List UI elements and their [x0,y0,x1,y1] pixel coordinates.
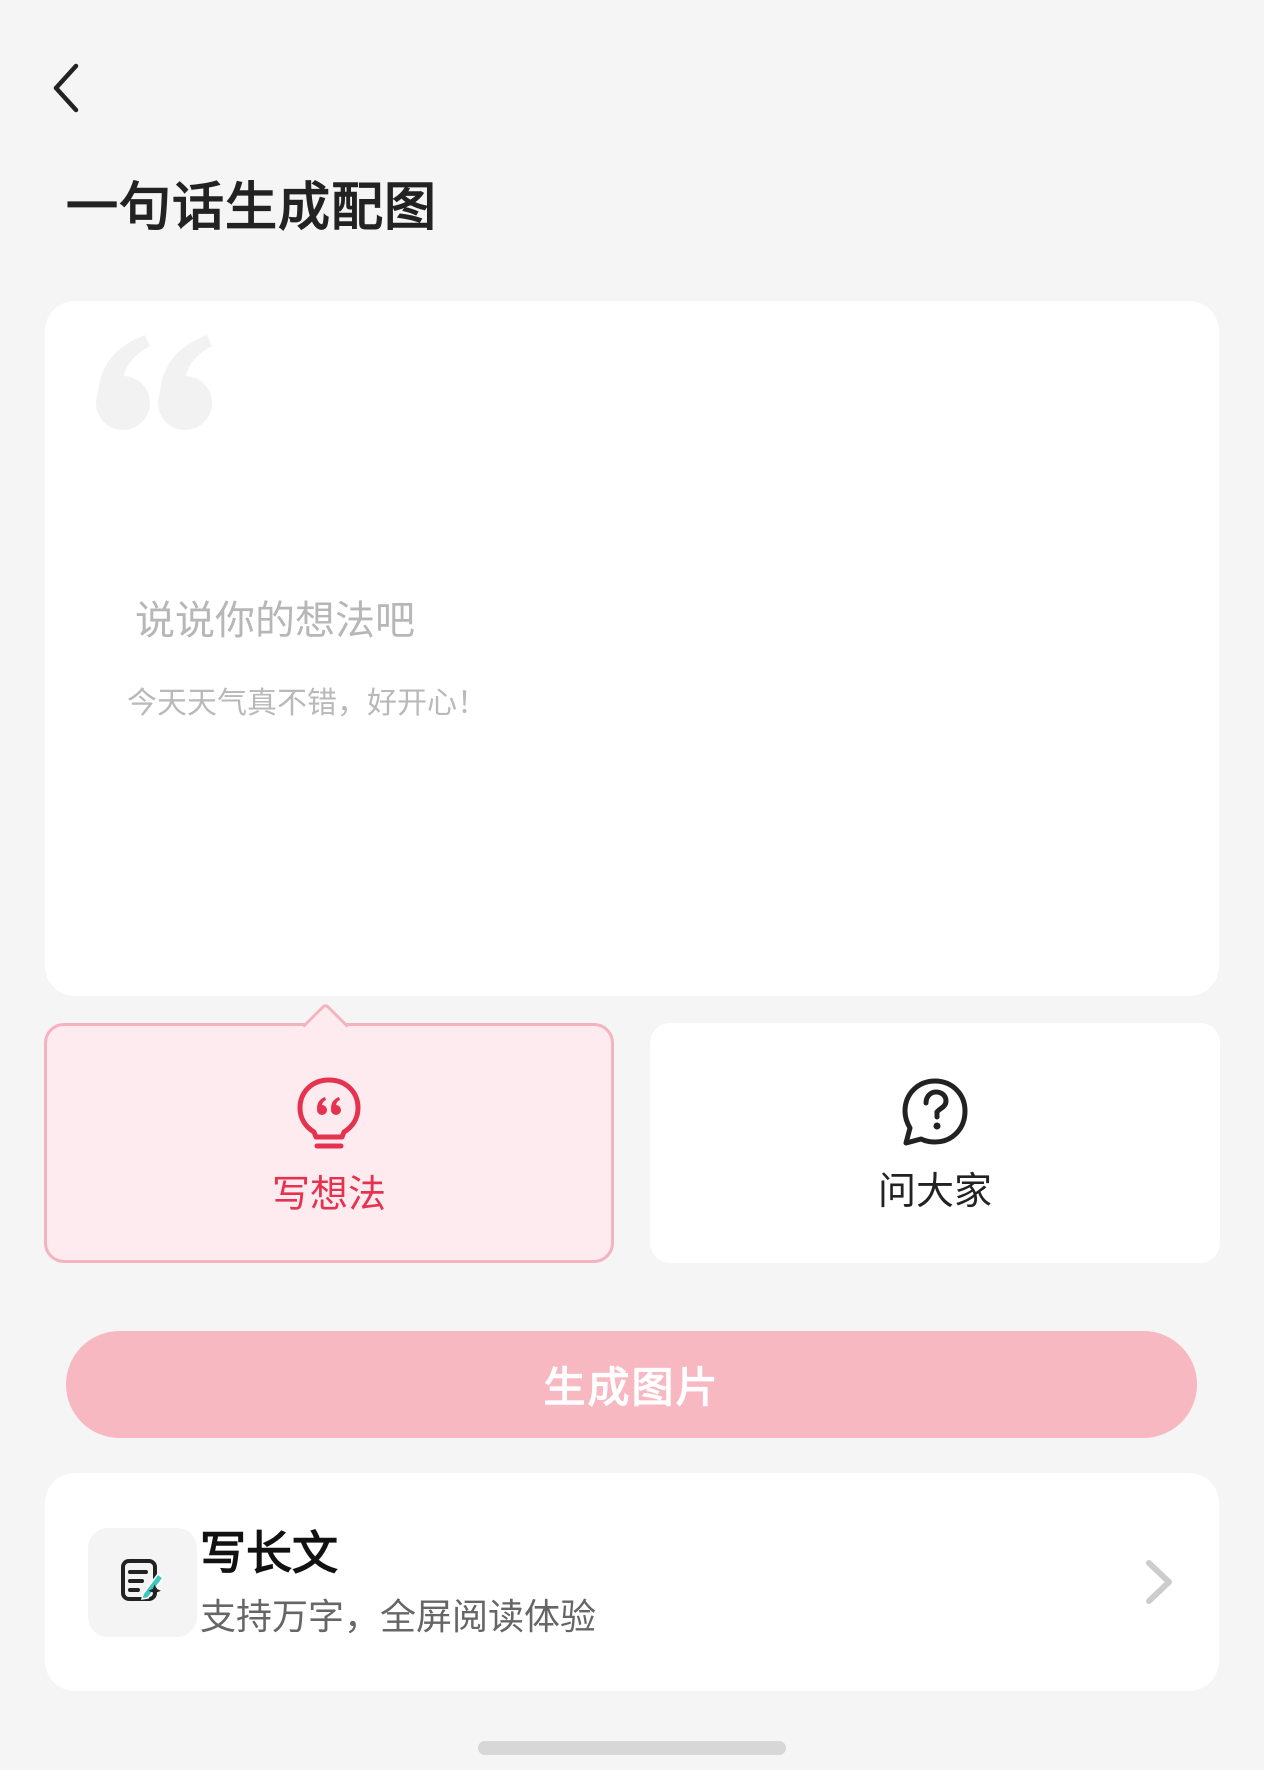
thought-input[interactable] [135,591,1035,651]
tab-ask-everyone[interactable]: 问大家 [650,1023,1220,1263]
tab-label: 问大家 [877,1169,992,1213]
write-long-article-entry[interactable]: 写长文 支持万字，全屏阅读体验 [45,1473,1219,1691]
page-title: 一句话生成配图 [66,178,438,238]
question-bubble-icon [901,1073,969,1149]
home-indicator[interactable] [478,1741,786,1755]
edit-document-icon [118,1556,168,1610]
quote-mark-icon [93,321,243,441]
tab-label: 写想法 [271,1172,386,1216]
chevron-right-icon [1139,1557,1179,1607]
selection-pointer [302,1002,349,1049]
long-article-subtitle: 支持万字，全屏阅读体验 [200,1597,597,1638]
long-article-icon-box [88,1528,197,1637]
tab-write-thought[interactable]: 写想法 [44,1002,614,1263]
chevron-left-icon [46,58,86,122]
example-hint: 今天天气真不错，好开心！ [127,686,487,721]
editor-card: 今天天气真不错，好开心！ [45,301,1219,996]
generate-image-button[interactable]: 生成图片 [66,1331,1197,1438]
back-button[interactable] [36,52,96,128]
lightbulb-quote-icon [295,1076,363,1152]
long-article-title: 写长文 [200,1526,338,1580]
